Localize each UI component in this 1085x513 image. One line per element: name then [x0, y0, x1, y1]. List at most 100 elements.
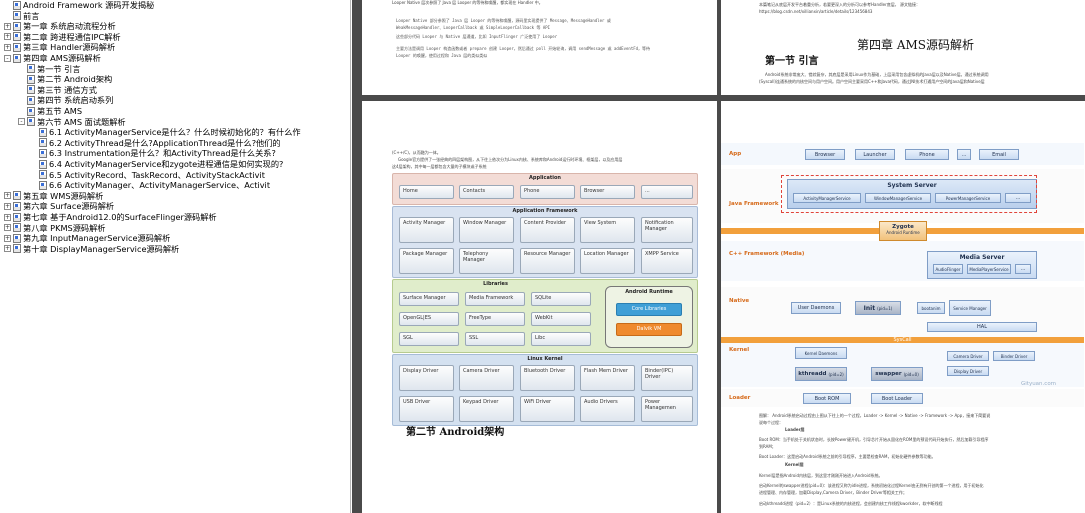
toc-item[interactable]: 第一节 引言: [18, 64, 81, 74]
swapper-pid: (pid=0): [903, 371, 919, 377]
camera-driver-node: Camera Driver: [947, 351, 989, 361]
toc-item[interactable]: Android Framework 源码开发揭秘: [4, 0, 154, 10]
page-text-line: 说每个过程：: [759, 420, 783, 425]
libraries-layer: Libraries Surface Manager Media Framewor…: [392, 279, 698, 353]
toc-item[interactable]: + 第二章 跨进程通信IPC解析: [4, 32, 121, 42]
expand-icon[interactable]: +: [4, 43, 11, 51]
page-bottom-right: App Java Framework C++ Framework (Media)…: [721, 101, 1085, 513]
expand-icon[interactable]: +: [4, 213, 11, 221]
lane-label-loader: Loader: [729, 395, 751, 401]
app-node: Launcher: [855, 149, 895, 160]
driver-box: WiFi Driver: [520, 396, 575, 422]
swapper-node: swapper (pid=0): [871, 367, 923, 381]
driver-box: Display Driver: [399, 365, 454, 391]
expand-icon[interactable]: +: [4, 33, 11, 41]
bookmark-icon: [39, 127, 47, 137]
toc-item[interactable]: 6.1 ActivityManagerService是什么？什么时候初始化的？有…: [30, 127, 301, 137]
section-title: 第二节 Android架构: [406, 427, 505, 438]
toggle-spacer: [30, 150, 37, 157]
expand-icon[interactable]: +: [4, 245, 11, 253]
page-text-line: Kernel层是指Android内核层，到这里才刚刚开始进入Android系统。: [759, 473, 883, 478]
bookmark-icon: [13, 201, 21, 211]
bookmarks-panel[interactable]: Android Framework 源码开发揭秘 前言 + 第一章 系统启动流程分析 +…: [0, 0, 351, 513]
layer-title: Android Runtime: [625, 289, 673, 295]
document-viewer[interactable]: Looper Native 层次参照了 Java 层 Looper 的等待和唤醒…: [352, 0, 1085, 513]
toc-item[interactable]: + 第七章 基于Android12.0的SurfaceFlinger源码解析: [4, 212, 217, 222]
toc-item-label: 第四节 系统启动系列: [37, 95, 114, 106]
toggle-spacer: [4, 12, 11, 19]
binder-driver-node: Binder Driver: [993, 351, 1035, 361]
bookmark-icon: [13, 191, 21, 201]
bookmark-icon: [27, 74, 35, 84]
lane-app: [721, 143, 1084, 165]
expand-icon[interactable]: +: [4, 234, 11, 242]
toc-item-label: 第二章 跨进程通信IPC解析: [23, 31, 121, 42]
framework-box: Notification Manager: [641, 217, 693, 243]
library-box: SGL: [399, 332, 459, 346]
toc-item[interactable]: 第三节 通信方式: [18, 85, 97, 95]
page-text-line: 启动kthreadd进程（pid=2）：是Linux系统的内核进程，会创建内核工…: [759, 501, 943, 506]
expand-icon[interactable]: +: [4, 202, 11, 210]
toc-item-label: 第九章 InputManagerService源码解析: [23, 233, 171, 244]
bookmark-icon: [13, 244, 21, 254]
toc-item-label: 第五章 WMS源码解析: [23, 190, 104, 201]
bookmark-icon: [13, 42, 21, 52]
bookmark-icon: [13, 32, 21, 42]
toc-item[interactable]: + 第九章 InputManagerService源码解析: [4, 233, 170, 243]
swapper-label: swapper: [875, 371, 902, 377]
collapse-icon[interactable]: -: [18, 118, 25, 126]
layer-title: Application Framework: [512, 208, 578, 214]
toc-item-label: 6.5 ActivityRecord、TaskRecord、ActivitySt…: [49, 169, 265, 180]
toc-item[interactable]: 6.6 ActivityManager、ActivityManagerServi…: [30, 180, 270, 190]
toc-item[interactable]: 第五节 AMS: [18, 106, 82, 116]
toggle-spacer: [18, 86, 25, 93]
toc-item-label: 第十章 DisplayManagerService源码解析: [23, 243, 180, 254]
bookmark-icon: [39, 148, 47, 158]
bookmark-icon: [13, 233, 21, 243]
toc-item[interactable]: 6.3 Instrumentation是什么？和ActivityThread是什…: [30, 148, 276, 158]
toggle-spacer: [18, 108, 25, 115]
library-box: SSL: [465, 332, 525, 346]
toc-item-label: 第五节 AMS: [37, 106, 83, 116]
toc-item[interactable]: 6.2 ActivityThread是什么?ApplicationThread是…: [30, 138, 281, 148]
toc-item[interactable]: 第二节 Android架构: [18, 74, 112, 84]
driver-box: Camera Driver: [459, 365, 514, 391]
bookmark-icon: [27, 64, 35, 74]
toc-item[interactable]: + 第三章 Handler源码解析: [4, 42, 115, 52]
boot-loader-node: Boot Loader: [871, 393, 923, 404]
page-text-line: 这些部分代码 Looper 与 Native 层通道，比如 InputFling…: [396, 34, 558, 39]
layer-title: Linux Kernel: [527, 356, 563, 362]
expand-icon[interactable]: +: [4, 224, 11, 232]
runtime-dalvik-vm: Dalvik VM: [616, 323, 682, 336]
media-server-label: Media Server: [959, 254, 1005, 261]
toc-item[interactable]: 6.4 ActivityManagerService和zygote进程通信是如何…: [30, 159, 283, 169]
expand-icon[interactable]: +: [4, 192, 11, 200]
bookmark-icon: [13, 21, 21, 31]
toc-item-label: 6.6 ActivityManager、ActivityManagerServi…: [49, 180, 271, 191]
toc-item[interactable]: 6.5 ActivityRecord、TaskRecord、ActivitySt…: [30, 170, 265, 180]
android-runtime-label: Android Runtime: [886, 230, 920, 235]
expand-icon[interactable]: +: [4, 22, 11, 30]
toc-item[interactable]: + 第一章 系统启动流程分析: [4, 21, 116, 31]
toc-item[interactable]: - 第六节 AMS 面试题解析: [18, 117, 126, 127]
toggle-spacer: [18, 65, 25, 72]
syscall-bar: SysCall: [721, 337, 1084, 343]
framework-box: Window Manager: [459, 217, 514, 243]
library-box: FreeType: [465, 312, 525, 326]
init-pid: (pid=1): [877, 305, 893, 311]
user-daemons-node: User Daemons: [791, 302, 841, 314]
toc-item[interactable]: 第四节 系统启动系列: [18, 95, 113, 105]
hal-node: HAL: [927, 322, 1037, 332]
toc-item[interactable]: + 第五章 WMS源码解析: [4, 191, 103, 201]
toggle-spacer: [30, 171, 37, 178]
app-box: Contacts: [459, 185, 514, 199]
display-driver-node: Display Driver: [947, 366, 989, 376]
library-box: Media Framework: [465, 292, 525, 306]
toc-item[interactable]: + 第八章 PKMS源码解析: [4, 223, 105, 233]
toc-item[interactable]: - 第四章 AMS源码解析: [4, 53, 101, 63]
page-text-line: Looper 的唤醒，使用过程和 Java 层的类似类似: [396, 53, 488, 58]
toc-item[interactable]: + 第六章 Surface源码解析: [4, 201, 114, 211]
toc-item[interactable]: + 第十章 DisplayManagerService源码解析: [4, 244, 179, 254]
collapse-icon[interactable]: -: [4, 54, 11, 62]
toc-item[interactable]: 前言: [4, 11, 39, 21]
